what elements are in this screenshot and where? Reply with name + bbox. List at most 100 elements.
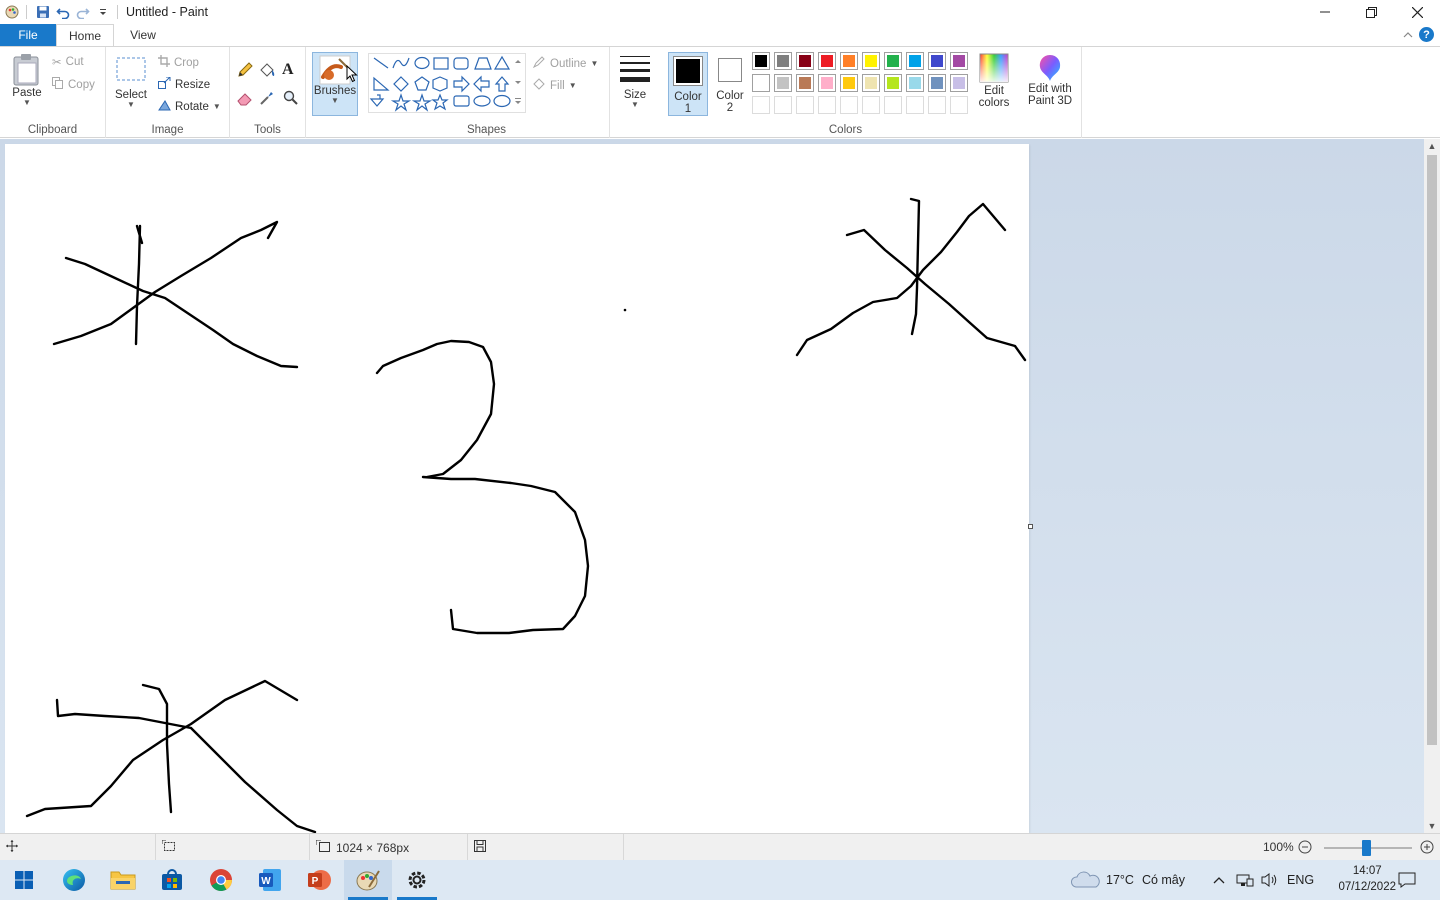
start-button[interactable]: [0, 860, 48, 900]
palette-color-swatch[interactable]: [796, 52, 814, 70]
tab-file[interactable]: File: [0, 24, 56, 46]
palette-color-swatch[interactable]: [774, 74, 792, 92]
palette-color-swatch[interactable]: [818, 52, 836, 70]
eraser-tool[interactable]: [236, 89, 254, 110]
undo-icon[interactable]: [53, 2, 73, 22]
palette-color-swatch[interactable]: [906, 52, 924, 70]
palette-color-swatch[interactable]: [906, 74, 924, 92]
palette-custom-slot[interactable]: [796, 96, 814, 114]
drawing-canvas[interactable]: [5, 144, 1029, 834]
chrome-icon: [210, 869, 232, 891]
palette-color-swatch[interactable]: [884, 74, 902, 92]
palette-color-swatch[interactable]: [840, 74, 858, 92]
text-a-icon: A: [282, 61, 294, 78]
zoom-out-button[interactable]: [1298, 840, 1312, 857]
vertical-scrollbar[interactable]: ▲ ▼: [1424, 139, 1440, 833]
taskbar-file-explorer[interactable]: [99, 860, 147, 900]
palette-color-swatch[interactable]: [818, 74, 836, 92]
network-status[interactable]: [1236, 860, 1254, 900]
minimize-button[interactable]: [1302, 0, 1348, 24]
palette-custom-slot[interactable]: [884, 96, 902, 114]
scrollbar-thumb[interactable]: [1427, 155, 1437, 745]
weather-widget[interactable]: 17°C Có mây: [1070, 860, 1185, 900]
palette-custom-slot[interactable]: [752, 96, 770, 114]
palette-color-swatch[interactable]: [950, 52, 968, 70]
rotate-icon: [158, 99, 171, 114]
restore-button[interactable]: [1348, 0, 1394, 24]
cut-button[interactable]: ✂ Cut: [52, 55, 84, 69]
paste-button[interactable]: Paste ▼: [8, 53, 46, 107]
taskbar-word[interactable]: W: [246, 860, 294, 900]
pencil-tool[interactable]: [236, 61, 254, 82]
help-icon[interactable]: ?: [1419, 27, 1434, 42]
edit-with-paint3d-button[interactable]: Edit with Paint 3D: [1022, 53, 1078, 107]
redo-icon[interactable]: [73, 2, 93, 22]
fill-button[interactable]: Fill ▼: [532, 77, 577, 94]
collapse-ribbon-icon[interactable]: [1403, 28, 1413, 42]
save-icon[interactable]: [33, 2, 53, 22]
taskbar-paint[interactable]: [344, 860, 392, 900]
palette-color-swatch[interactable]: [840, 52, 858, 70]
palette-color-swatch[interactable]: [928, 52, 946, 70]
palette-color-swatch[interactable]: [796, 74, 814, 92]
show-hidden-icons[interactable]: [1212, 860, 1226, 900]
copy-button[interactable]: Copy: [52, 77, 95, 92]
palette-color-swatch[interactable]: [950, 74, 968, 92]
palette-custom-slot[interactable]: [928, 96, 946, 114]
taskbar-settings[interactable]: [393, 860, 441, 900]
close-button[interactable]: [1394, 0, 1440, 24]
outline-button[interactable]: Outline ▼: [532, 55, 598, 72]
crop-button[interactable]: Crop: [158, 55, 199, 70]
palette-custom-slot[interactable]: [818, 96, 836, 114]
palette-color-swatch[interactable]: [774, 52, 792, 70]
tab-view[interactable]: View: [114, 24, 172, 46]
palette-color-swatch[interactable]: [862, 74, 880, 92]
taskbar-store[interactable]: [148, 860, 196, 900]
zoom-slider-thumb[interactable]: [1362, 840, 1371, 856]
notification-center[interactable]: [1398, 860, 1416, 900]
color-palette: [752, 52, 974, 118]
tab-home[interactable]: Home: [56, 24, 114, 46]
palette-color-swatch[interactable]: [862, 52, 880, 70]
text-tool[interactable]: A: [282, 61, 294, 79]
zoom-in-button[interactable]: [1420, 840, 1434, 857]
select-button[interactable]: Select ▼: [112, 55, 150, 109]
palette-custom-slot[interactable]: [840, 96, 858, 114]
magnifier-tool[interactable]: [282, 89, 300, 110]
stroke-top-left-4: [52, 220, 279, 346]
palette-custom-slot[interactable]: [906, 96, 924, 114]
paint-app-icon[interactable]: [2, 2, 22, 22]
palette-color-swatch[interactable]: [752, 74, 770, 92]
magnifier-icon: [283, 90, 298, 105]
palette-custom-slot[interactable]: [950, 96, 968, 114]
taskbar-powerpoint[interactable]: P: [295, 860, 343, 900]
palette-custom-slot[interactable]: [862, 96, 880, 114]
color2-button[interactable]: Color 2: [712, 52, 748, 116]
color-picker-tool[interactable]: [258, 89, 276, 110]
palette-color-fill: [865, 77, 877, 89]
taskbar-chrome[interactable]: [197, 860, 245, 900]
fill-tool[interactable]: [258, 61, 276, 82]
palette-color-fill: [755, 55, 767, 67]
stroke-dot: [623, 308, 627, 312]
canvas-resize-handle[interactable]: [1028, 524, 1033, 529]
taskbar-edge[interactable]: [50, 860, 98, 900]
palette-color-swatch[interactable]: [752, 52, 770, 70]
cursor-position-cell: [0, 834, 156, 861]
scroll-down-arrow-icon[interactable]: ▼: [1424, 819, 1440, 833]
customize-qat-icon[interactable]: [93, 2, 113, 22]
size-icon: [620, 56, 650, 82]
palette-color-swatch[interactable]: [884, 52, 902, 70]
scroll-up-arrow-icon[interactable]: ▲: [1424, 139, 1440, 153]
size-button[interactable]: Size ▼: [616, 53, 654, 109]
edit-colors-button[interactable]: Edit colors: [974, 53, 1014, 109]
palette-color-swatch[interactable]: [928, 74, 946, 92]
taskbar-clock[interactable]: 14:07 07/12/2022: [1338, 863, 1396, 895]
stroke-bottom-left-1: [55, 698, 193, 730]
color1-button[interactable]: Color 1: [668, 52, 708, 116]
volume-control[interactable]: [1260, 860, 1278, 900]
resize-button[interactable]: Resize: [158, 76, 210, 92]
input-language[interactable]: ENG: [1287, 860, 1314, 900]
rotate-button[interactable]: Rotate ▼: [158, 99, 221, 114]
palette-custom-slot[interactable]: [774, 96, 792, 114]
